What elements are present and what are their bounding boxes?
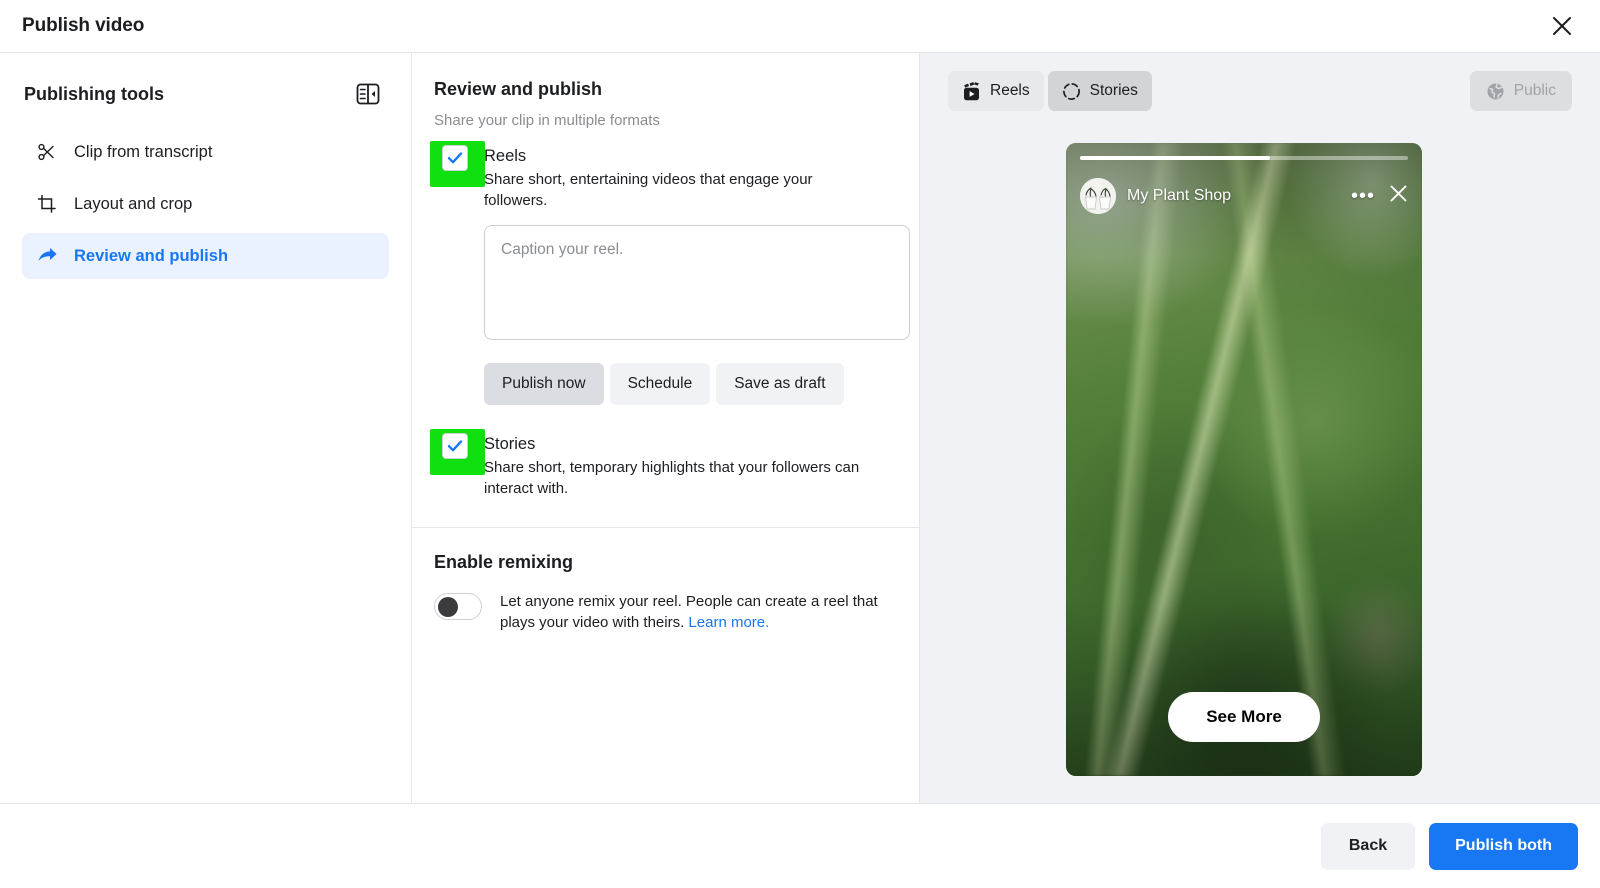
stories-description: Share short, temporary highlights that y… xyxy=(484,459,860,497)
page-subtitle: Share your clip in multiple formats xyxy=(434,112,660,129)
story-close-button[interactable] xyxy=(1389,184,1408,208)
audience-badge: Public xyxy=(1469,71,1572,111)
publish-now-button[interactable]: Publish now xyxy=(484,363,604,405)
story-progress-bar xyxy=(1080,156,1408,160)
stories-format-row: Stories Share short, temporary highlight… xyxy=(430,429,897,499)
story-progress-fill xyxy=(1080,156,1271,160)
check-icon xyxy=(447,440,463,452)
close-icon xyxy=(1390,185,1407,202)
avatar xyxy=(1080,178,1116,214)
reels-format-row: Reels Share short, entertaining videos t… xyxy=(430,141,897,211)
tab-stories-label: Stories xyxy=(1089,82,1138,99)
scissors-icon xyxy=(36,141,58,163)
story-ring-icon xyxy=(1062,82,1080,100)
sidebar-header: Publishing tools xyxy=(22,79,389,109)
enable-remixing-row: Let anyone remix your reel. People can c… xyxy=(434,591,897,633)
remixing-toggle[interactable] xyxy=(434,593,482,620)
learn-more-link[interactable]: Learn more. xyxy=(688,614,769,631)
publishing-tools-sidebar: Publishing tools Clip from transcript La… xyxy=(0,53,412,803)
toggle-knob xyxy=(438,597,458,617)
story-page-name: My Plant Shop xyxy=(1127,187,1232,204)
page-title: Review and publish xyxy=(434,79,603,99)
tab-reels-label: Reels xyxy=(990,82,1030,99)
tab-stories[interactable]: Stories xyxy=(1047,71,1152,111)
close-dialog-button[interactable] xyxy=(1542,6,1582,46)
preview-format-tabs: Reels Stories xyxy=(948,71,1152,111)
reels-clapper-icon xyxy=(964,81,979,100)
review-and-publish-panel: Review and publish Share your clip in mu… xyxy=(412,53,920,803)
story-preview: My Plant Shop ••• See More xyxy=(1066,143,1422,776)
story-header: My Plant Shop ••• xyxy=(1080,175,1408,217)
stories-checkbox[interactable] xyxy=(442,433,468,459)
dialog-title: Publish video xyxy=(22,15,145,36)
reel-caption-input[interactable] xyxy=(484,225,910,340)
reels-label: Reels xyxy=(484,147,527,165)
remixing-description: Let anyone remix your reel. People can c… xyxy=(500,591,890,633)
publish-both-button[interactable]: Publish both xyxy=(1429,822,1578,870)
story-vignette xyxy=(1066,143,1422,776)
crop-icon xyxy=(36,193,58,215)
stories-label: Stories xyxy=(484,435,536,453)
sidebar-item-label: Clip from transcript xyxy=(74,142,213,161)
story-header-actions: ••• xyxy=(1351,184,1408,208)
sidebar-item-layout-and-crop[interactable]: Layout and crop xyxy=(22,181,389,227)
share-arrow-icon xyxy=(36,245,58,267)
audience-badge-label: Public xyxy=(1513,82,1556,99)
reels-description: Share short, entertaining videos that en… xyxy=(484,171,813,209)
sidebar-item-clip-from-transcript[interactable]: Clip from transcript xyxy=(22,129,389,175)
reels-action-buttons: Publish now Schedule Save as draft xyxy=(484,363,897,405)
see-more-button[interactable]: See More xyxy=(1168,692,1320,742)
globe-icon xyxy=(1487,83,1504,99)
dialog-footer: Back Publish both xyxy=(0,803,1600,888)
panel-collapse-button[interactable] xyxy=(353,79,383,109)
sidebar-item-review-and-publish[interactable]: Review and publish xyxy=(22,233,389,279)
check-icon xyxy=(447,152,463,164)
preview-panel: Reels Stories Public My Plant Shop ••• S… xyxy=(920,53,1600,803)
back-button[interactable]: Back xyxy=(1320,822,1416,870)
dialog-header: Publish video xyxy=(0,0,1600,53)
preview-toolbar: Reels Stories Public xyxy=(920,53,1600,129)
save-as-draft-button[interactable]: Save as draft xyxy=(716,363,844,405)
reels-checkbox[interactable] xyxy=(442,145,468,171)
panel-collapse-icon xyxy=(356,83,380,105)
schedule-button[interactable]: Schedule xyxy=(609,363,711,405)
close-icon xyxy=(1553,17,1571,35)
tab-reels[interactable]: Reels xyxy=(948,71,1044,111)
publish-video-dialog: Publish video Publishing tools Clip from… xyxy=(0,0,1600,888)
sidebar-title: Publishing tools xyxy=(24,83,164,104)
more-dots-icon[interactable]: ••• xyxy=(1351,186,1375,206)
sidebar-item-label: Review and publish xyxy=(74,246,229,265)
section-divider xyxy=(412,527,919,528)
plant-pot-avatar xyxy=(1080,178,1116,214)
sidebar-item-label: Layout and crop xyxy=(74,194,193,213)
enable-remixing-title: Enable remixing xyxy=(434,552,574,572)
